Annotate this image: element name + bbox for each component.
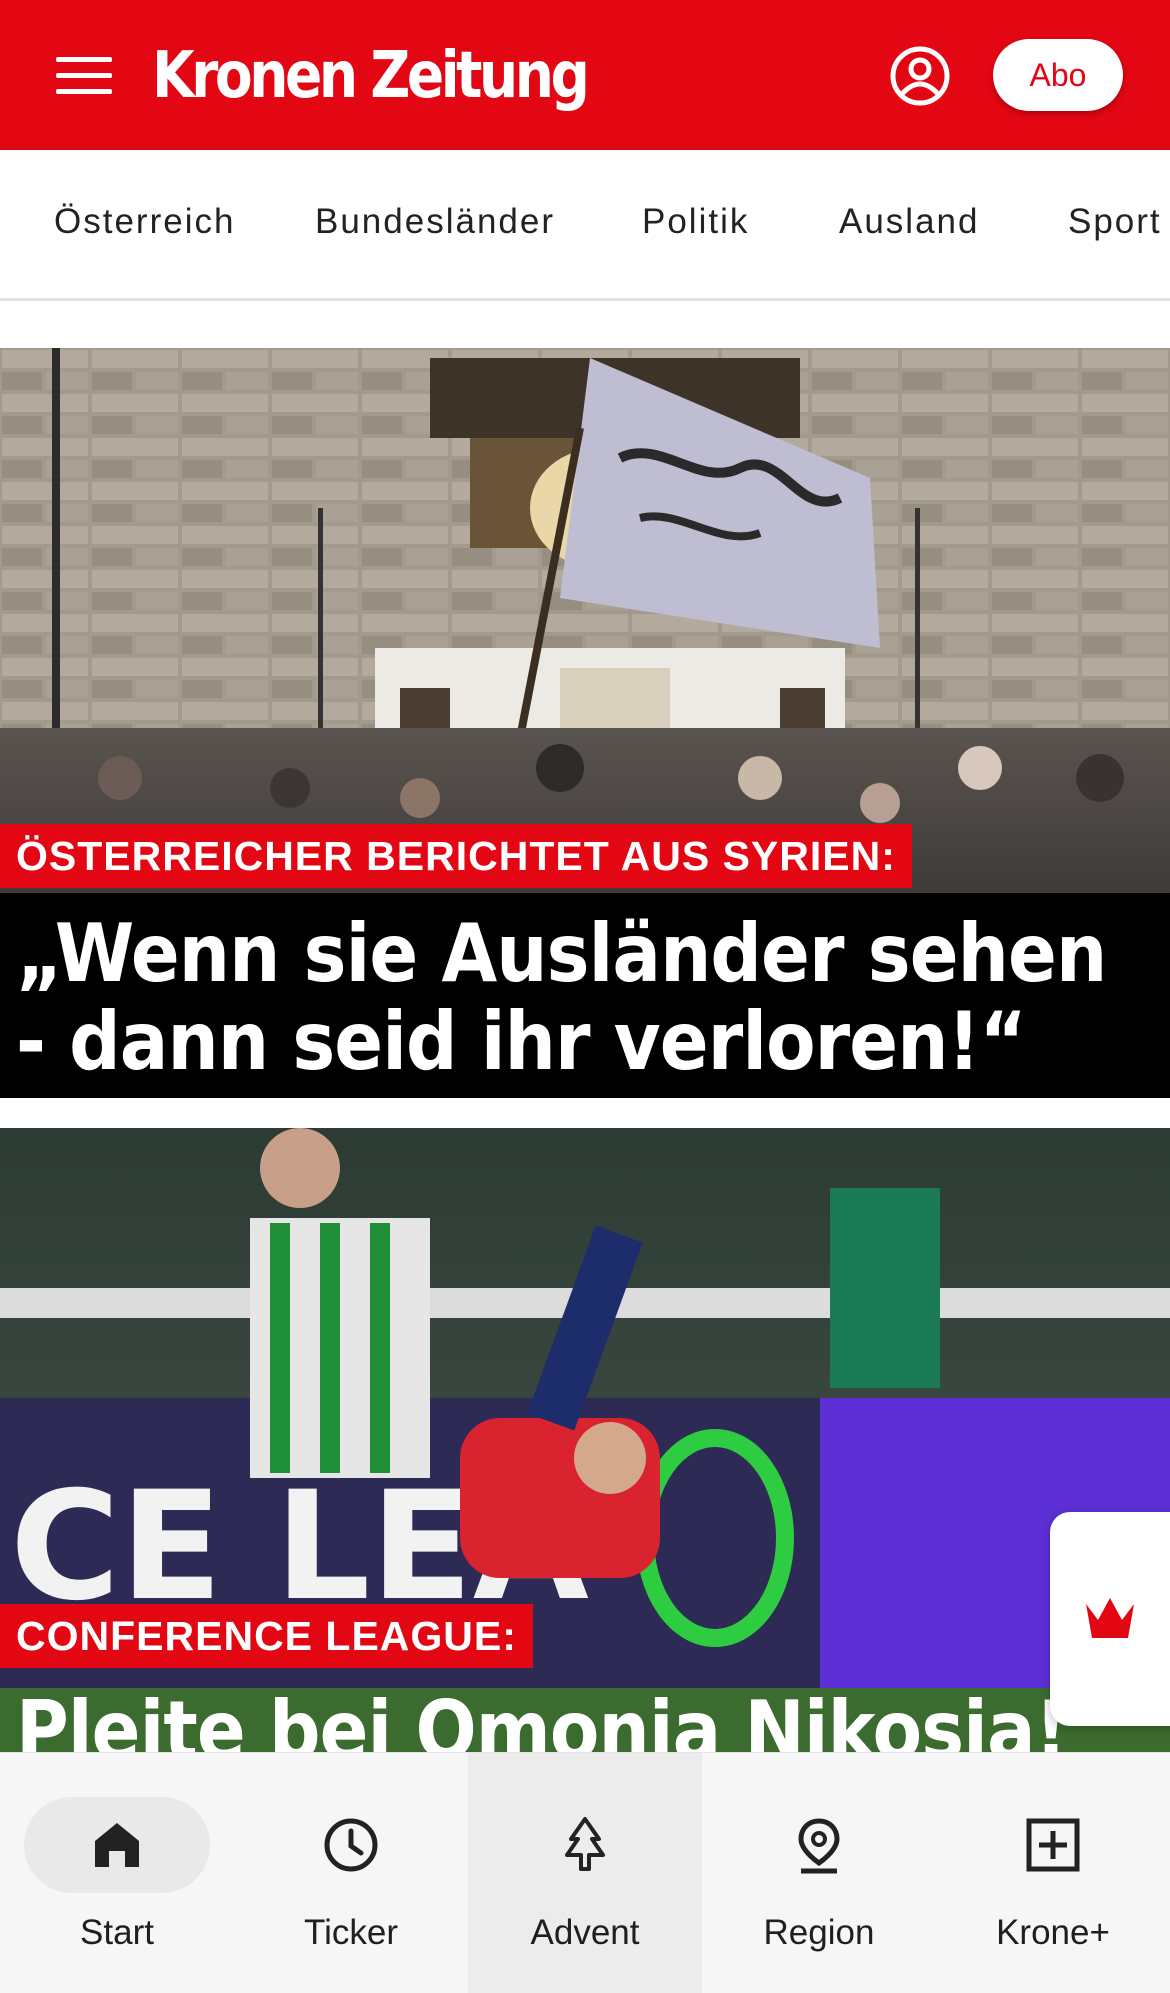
article-kicker: CONFERENCE LEAGUE:: [0, 1604, 533, 1668]
nav-label: Start: [80, 1913, 154, 1952]
nav-ticker[interactable]: Ticker: [234, 1753, 468, 1993]
account-icon[interactable]: [888, 44, 952, 108]
category-ausland[interactable]: Ausland: [839, 202, 979, 242]
menu-icon[interactable]: [56, 55, 112, 95]
nav-label: Ticker: [304, 1913, 398, 1952]
clock-icon: [324, 1818, 378, 1872]
category-oesterreich[interactable]: Österreich: [54, 202, 235, 242]
article-headline-line2: - dann seid ihr verloren!“: [16, 995, 1027, 1088]
category-politik[interactable]: Politik: [642, 202, 749, 242]
nav-label: Region: [763, 1913, 875, 1952]
nav-label: Krone+: [996, 1913, 1110, 1952]
krone-plus-badge[interactable]: [1050, 1512, 1170, 1726]
nav-label: Advent: [530, 1913, 640, 1952]
nav-region[interactable]: Region: [702, 1753, 936, 1993]
article-headline: „Wenn sie Ausländer sehen: [16, 907, 1107, 1000]
article-card[interactable]: CE LEA CONFERENCE LEAGUE: Pleite bei Omo…: [0, 1128, 1170, 1753]
top-bar: Kronen Zeitung Abo: [0, 0, 1170, 150]
home-icon: [95, 1823, 139, 1867]
article-headline: Pleite bei Omonia Nikosia!: [16, 1684, 1067, 1754]
bottom-navigation: Start Ticker Advent Region Krone+: [0, 1752, 1170, 1993]
category-bundeslaender[interactable]: Bundesländer: [315, 202, 555, 242]
nav-krone-plus[interactable]: Krone+: [936, 1753, 1170, 1993]
article-kicker: ÖSTERREICHER BERICHTET AUS SYRIEN:: [0, 824, 912, 888]
abo-button[interactable]: Abo: [993, 39, 1123, 111]
location-pin-icon: [798, 1818, 840, 1874]
category-sport[interactable]: Sport: [1068, 202, 1162, 242]
nav-start[interactable]: Start: [0, 1753, 234, 1993]
plus-box-icon: [1026, 1818, 1080, 1872]
article-card[interactable]: ÖSTERREICHER BERICHTET AUS SYRIEN: „Wenn…: [0, 348, 1170, 1098]
tree-icon: [565, 1817, 605, 1871]
logo[interactable]: Kronen Zeitung: [152, 36, 590, 116]
crown-icon: [1086, 1598, 1134, 1638]
nav-advent[interactable]: Advent: [468, 1753, 702, 1993]
category-nav: Österreich Bundesländer Politik Ausland …: [0, 150, 1170, 301]
